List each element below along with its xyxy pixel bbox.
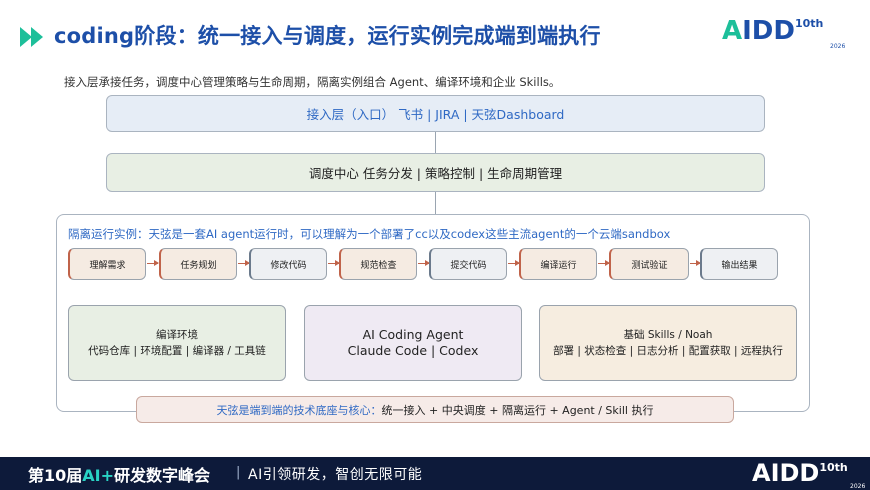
ai-coding-agent-block: AI Coding Agent Claude Code | Codex xyxy=(304,305,522,381)
step-arrow xyxy=(508,260,520,266)
connector-line xyxy=(435,192,436,214)
step-arrow xyxy=(147,260,159,266)
access-layer: 接入层（入口） 飞书 | JIRA | 天弦Dashboard xyxy=(106,95,765,132)
dispatch-center-layer: 调度中心 任务分发 | 策略控制 | 生命周期管理 xyxy=(106,153,765,192)
foundation-highlight: 天弦是端到端的技术底座与核心： xyxy=(216,403,382,417)
agent-block-detail: Claude Code | Codex xyxy=(347,343,479,358)
build-block-detail: 代码仓库 | 环境配置 | 编译器 / 工具链 xyxy=(88,345,266,357)
step-build-run: 编译运行 xyxy=(519,248,597,280)
foundation-banner: 天弦是端到端的技术底座与核心： 统一接入 + 中央调度 + 隔离运行 + Age… xyxy=(136,396,734,423)
build-block-title: 编译环境 xyxy=(156,329,198,341)
step-commit: 提交代码 xyxy=(429,248,507,280)
step-arrow xyxy=(238,260,250,266)
subtitle: 接入层承接任务，调度中心管理策略与生命周期，隔离实例组合 Agent、编译环境和… xyxy=(64,75,561,89)
footer-slogan: AI引领研发，智创无限可能 xyxy=(248,467,423,483)
footer-aidd-logo: AIDD10th 2026 xyxy=(752,459,866,490)
step-arrow xyxy=(328,260,340,266)
agent-block-title: AI Coding Agent xyxy=(362,327,464,342)
step-test: 测试验证 xyxy=(609,248,689,280)
skills-block-title: 基础 Skills / Noah xyxy=(623,329,713,341)
page-title: coding阶段：统一接入与调度，运行实例完成端到端执行 xyxy=(54,24,601,48)
runtime-label: 隔离运行实例：天弦是一套AI agent运行时，可以理解为一个部署了cc以及co… xyxy=(68,227,671,241)
foundation-text: 统一接入 + 中央调度 + 隔离运行 + Agent / Skill 执行 xyxy=(381,403,654,417)
step-modify-code: 修改代码 xyxy=(249,248,327,280)
step-arrow xyxy=(690,260,701,266)
build-environment-block: 编译环境 代码仓库 | 环境配置 | 编译器 / 工具链 xyxy=(68,305,286,381)
step-plan: 任务规划 xyxy=(159,248,237,280)
step-arrow xyxy=(598,260,610,266)
aidd-logo: AIDD10th 2026 xyxy=(722,16,846,50)
step-output: 输出结果 xyxy=(700,248,778,280)
double-play-arrow-icon xyxy=(20,27,43,47)
step-understand: 理解需求 xyxy=(68,248,146,280)
footer-event-name: 第10届AI+研发数字峰会 xyxy=(28,466,211,485)
skills-block-detail: 部署 | 状态检查 | 日志分析 | 配置获取 | 远程执行 xyxy=(553,345,783,357)
step-lint-check: 规范检查 xyxy=(339,248,417,280)
connector-line xyxy=(435,132,436,153)
footer-separator: | xyxy=(236,465,241,480)
step-arrow xyxy=(418,260,430,266)
base-skills-block: 基础 Skills / Noah 部署 | 状态检查 | 日志分析 | 配置获取… xyxy=(539,305,797,381)
